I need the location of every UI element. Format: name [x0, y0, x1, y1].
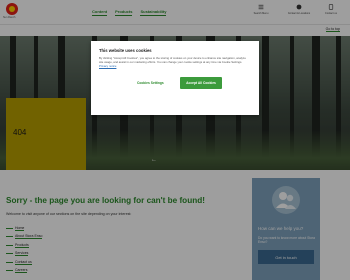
accept-all-cookies-button[interactable]: Accept All Cookies	[180, 77, 222, 89]
cookie-dialog-text: By clicking "Accept All Cookies", you ag…	[99, 56, 246, 64]
cookie-settings-button[interactable]: Cookies Settings	[137, 81, 164, 85]
privacy-notice-link[interactable]: Privacy notice	[99, 64, 116, 68]
cookie-dialog-body: By clicking "Accept All Cookies", you ag…	[99, 56, 249, 68]
page: Sun Ranch Content Products Sustainabilit…	[0, 0, 350, 280]
cookie-dialog-title: This website uses cookies	[99, 48, 152, 53]
cookie-consent-dialog: This website uses cookies By clicking "A…	[91, 41, 259, 115]
